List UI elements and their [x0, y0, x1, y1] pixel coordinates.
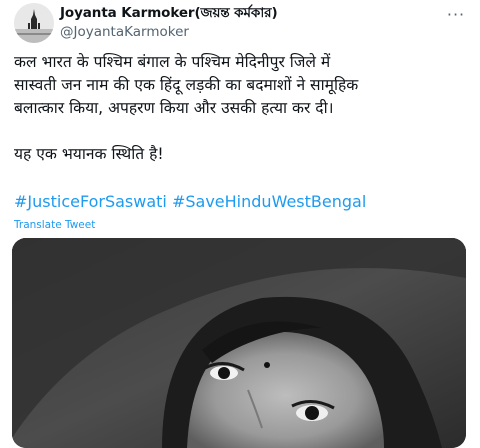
more-options-icon[interactable]: ···: [446, 4, 466, 24]
portrait-photo: [12, 238, 466, 448]
temple-silhouette-avatar-icon: [14, 3, 54, 43]
author-info: Joyanta Karmoker(জয়ন্ত কর্মকার) @Joyant…: [60, 4, 278, 41]
tweet-header: Joyanta Karmoker(জয়ন্ত কর্মকার) @Joyant…: [0, 0, 480, 44]
tweet-text: कल भारत के पश्चिम बंगाल के पश्चिम मेदिनी…: [14, 53, 359, 163]
tweet-media-image[interactable]: [12, 238, 466, 448]
author-handle[interactable]: @JoyantaKarmoker: [60, 23, 278, 41]
translate-tweet-link[interactable]: Translate Tweet: [14, 218, 95, 232]
hashtag-justice-for-saswati[interactable]: #JusticeForSaswati: [14, 192, 167, 211]
tweet-hashtags: #JusticeForSaswati #SaveHinduWestBengal: [14, 191, 366, 213]
avatar[interactable]: [14, 3, 54, 43]
hashtag-save-hindu-west-bengal[interactable]: #SaveHinduWestBengal: [172, 192, 366, 211]
author-display-name[interactable]: Joyanta Karmoker(জয়ন্ত কর্মকার): [60, 4, 278, 22]
